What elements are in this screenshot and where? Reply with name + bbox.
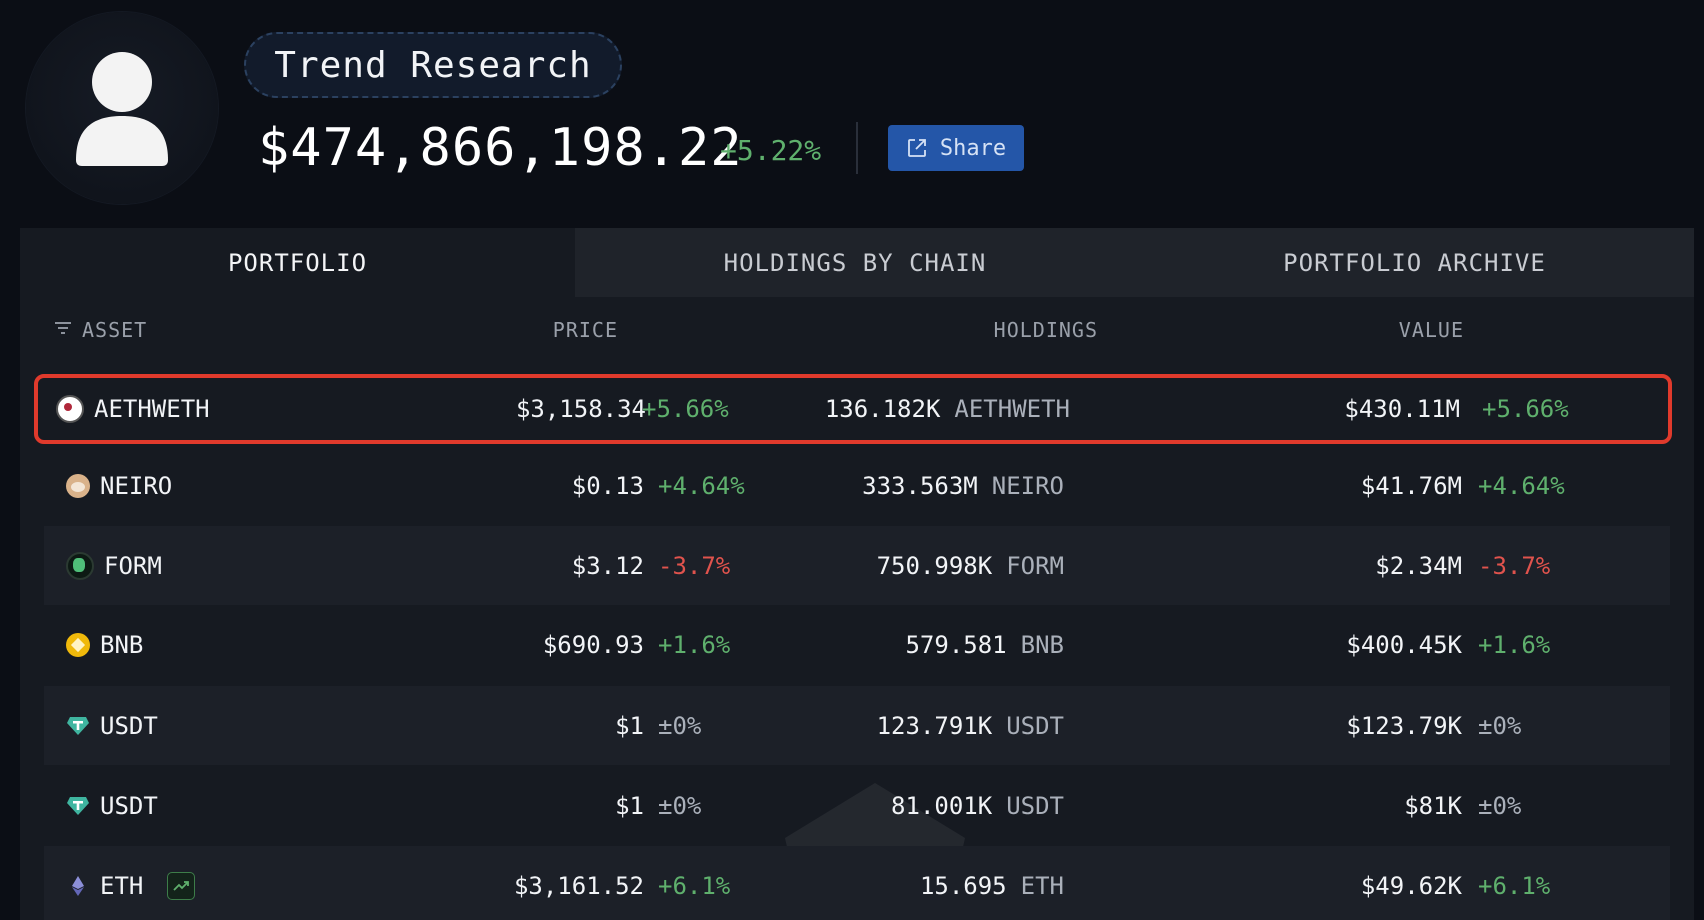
tab-portfolio-archive[interactable]: PORTFOLIO ARCHIVE [1135, 228, 1694, 297]
price-value: $3.12 [571, 551, 644, 580]
value-amount: $49.62K [1360, 871, 1462, 900]
eth-token-icon [72, 875, 84, 896]
table-row[interactable]: USDT $1 ±0% 123.791K USDT $123.79K ±0% [44, 686, 1670, 765]
value-amount: $123.79K [1346, 711, 1462, 740]
external-link-icon [907, 139, 926, 157]
value-amount: $2.34M [1375, 551, 1462, 580]
total-balance: $474,866,198.22 [258, 118, 743, 178]
holdings-amount: 81.001K [891, 791, 993, 820]
table-row[interactable]: BNB $690.93 +1.6% 579.581 BNB $400.45K +… [44, 605, 1670, 684]
holdings-amount: 579.581 [905, 630, 1007, 659]
form-token-icon [66, 551, 94, 580]
table-row[interactable]: ETH $3,161.52 +6.1% 15.695 ETH $49.62K +… [44, 846, 1670, 920]
header-divider [856, 122, 858, 174]
asset-cell: BNB [66, 605, 143, 684]
holdings-amount: 15.695 [919, 871, 1007, 900]
price-change: +6.1% [658, 871, 731, 900]
column-header-holdings[interactable]: HOLDINGS [994, 318, 1098, 342]
column-header-value[interactable]: VALUE [1399, 318, 1464, 342]
balance-change: +5.22% [720, 134, 822, 167]
asset-cell: ETH [66, 846, 196, 920]
holdings-symbol: USDT [1006, 791, 1064, 820]
value-change: +4.64% [1478, 471, 1565, 500]
portfolio-panel: PORTFOLIO HOLDINGS BY CHAIN PORTFOLIO AR… [20, 228, 1694, 920]
holdings-cell: 579.581 BNB [905, 605, 1064, 684]
holdings-amount: 136.182K [824, 395, 941, 423]
holdings-amount: 750.998K [876, 551, 993, 580]
holdings-cell: 123.791K USDT [877, 686, 1064, 765]
value-amount: $400.45K [1346, 630, 1462, 659]
price-value: $3,158.34 [515, 395, 646, 423]
table-row[interactable]: USDT $1 ±0% 81.001K USDT $81K ±0% [44, 766, 1670, 845]
tab-bar: PORTFOLIO HOLDINGS BY CHAIN PORTFOLIO AR… [20, 228, 1694, 297]
price-change: -3.7% [658, 551, 731, 580]
asset-name: NEIRO [100, 471, 173, 500]
value-change: +6.1% [1478, 871, 1551, 900]
asset-name: USDT [100, 711, 158, 740]
price-value: $1 [615, 791, 644, 820]
user-silhouette-icon [76, 52, 168, 166]
asset-name: USDT [100, 791, 158, 820]
profile-name: Trend Research [274, 44, 592, 86]
value-amount: $430.11M [1344, 395, 1460, 423]
tab-holdings-by-chain[interactable]: HOLDINGS BY CHAIN [575, 228, 1135, 297]
asset-cell: USDT [66, 766, 158, 845]
asset-cell: AETHWETH [56, 378, 210, 440]
table-row-highlighted[interactable]: AETHWETH $3,158.34 +5.66% 136.182K AETHW… [34, 374, 1672, 444]
holdings-cell: 333.563M NEIRO [862, 446, 1064, 525]
value-change: +5.66% [1482, 395, 1569, 423]
aethweth-token-icon [56, 395, 84, 423]
bnb-token-icon [66, 632, 90, 657]
value-amount: $81K [1404, 791, 1462, 820]
table-row[interactable]: NEIRO $0.13 +4.64% 333.563M NEIRO $41.76… [44, 446, 1670, 525]
table-row[interactable]: FORM $3.12 -3.7% 750.998K FORM $2.34M -3… [44, 526, 1670, 605]
holdings-cell: 15.695 ETH [920, 846, 1064, 920]
usdt-token-icon [67, 716, 89, 735]
price-value: $0.13 [571, 471, 644, 500]
holdings-cell: 81.001K USDT [891, 766, 1064, 845]
price-change: ±0% [658, 711, 702, 740]
avatar [26, 12, 218, 204]
value-change: -3.7% [1478, 551, 1551, 580]
holdings-symbol: BNB [1020, 630, 1064, 659]
holdings-symbol: NEIRO [991, 471, 1064, 500]
price-change: +4.64% [658, 471, 745, 500]
holdings-symbol: AETHWETH [954, 395, 1070, 423]
holdings-amount: 333.563M [862, 471, 978, 500]
column-header-price[interactable]: PRICE [553, 318, 618, 342]
price-change: +5.66% [642, 395, 729, 423]
holdings-symbol: ETH [1020, 871, 1064, 900]
price-change: +1.6% [658, 630, 731, 659]
neiro-token-icon [66, 473, 90, 498]
asset-cell: FORM [66, 526, 162, 605]
holdings-symbol: FORM [1006, 551, 1064, 580]
trending-up-icon[interactable] [167, 871, 196, 900]
value-amount: $41.76M [1360, 471, 1462, 500]
tab-portfolio[interactable]: PORTFOLIO [20, 228, 575, 297]
value-change: +1.6% [1478, 630, 1551, 659]
holdings-cell: 136.182K AETHWETH [825, 378, 1070, 440]
holdings-symbol: USDT [1006, 711, 1064, 740]
holdings-cell: 750.998K FORM [877, 526, 1064, 605]
asset-name: FORM [104, 551, 162, 580]
asset-cell: NEIRO [66, 446, 172, 525]
sort-filter-icon[interactable] [54, 321, 72, 335]
profile-name-badge: Trend Research [244, 32, 622, 98]
holdings-amount: 123.791K [876, 711, 993, 740]
asset-name: AETHWETH [94, 395, 210, 423]
asset-name: BNB [100, 630, 144, 659]
asset-cell: USDT [66, 686, 158, 765]
price-value: $1 [615, 711, 644, 740]
column-header-asset[interactable]: ASSET [82, 318, 147, 342]
asset-name: ETH [100, 871, 144, 900]
value-change: ±0% [1478, 711, 1522, 740]
usdt-token-icon [67, 796, 89, 815]
value-change: ±0% [1478, 791, 1522, 820]
share-button[interactable]: Share [888, 125, 1024, 171]
price-value: $690.93 [542, 630, 644, 659]
price-value: $3,161.52 [513, 871, 644, 900]
portfolio-page: Trend Research $474,866,198.22 +5.22% Sh… [0, 0, 1704, 920]
share-label: Share [939, 135, 1007, 161]
price-change: ±0% [658, 791, 702, 820]
